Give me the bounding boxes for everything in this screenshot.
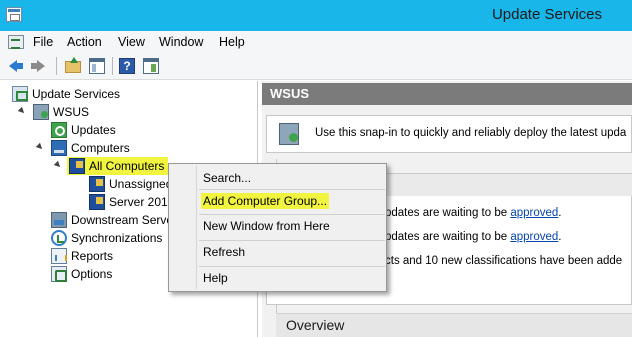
- menu-file[interactable]: File: [33, 35, 53, 49]
- computers-icon: [51, 140, 67, 156]
- intro-panel: Use this snap-in to quickly and reliably…: [266, 115, 632, 153]
- server-icon: [33, 104, 49, 120]
- tree-label: Updates: [71, 123, 116, 137]
- menu-item-search[interactable]: Search...: [203, 171, 251, 185]
- reports-icon: [51, 248, 67, 264]
- menu-gutter: [196, 166, 197, 289]
- results-header: WSUS: [262, 83, 632, 105]
- forward-icon: [31, 60, 45, 72]
- help-button[interactable]: ?: [117, 56, 137, 76]
- menu-window[interactable]: Window: [159, 35, 203, 49]
- menu-view[interactable]: View: [118, 35, 145, 49]
- tree-item-all-computers[interactable]: All Computers: [53, 157, 168, 175]
- back-icon: [9, 60, 23, 72]
- help-icon: ?: [119, 58, 135, 74]
- menu-action[interactable]: Action: [67, 35, 102, 49]
- approved-link[interactable]: approved: [510, 207, 558, 219]
- menu-item-add-computer-group[interactable]: Add Computer Group...: [201, 193, 330, 209]
- menu-item-refresh[interactable]: Refresh: [203, 245, 245, 259]
- show-console-tree-icon: [89, 58, 105, 74]
- up-folder-icon: [65, 57, 81, 73]
- tree-label: Server 2012: [109, 195, 175, 209]
- context-menu: Search... Add Computer Group... New Wind…: [168, 163, 387, 292]
- menu-bar: File Action View Window Help: [0, 31, 632, 53]
- computer-group-icon: [69, 158, 85, 174]
- computer-group-icon: [89, 176, 105, 192]
- up-one-level-button[interactable]: [63, 56, 83, 76]
- sync-icon: [51, 230, 67, 246]
- tree-label: Options: [71, 267, 113, 281]
- window-title: Update Services: [491, 6, 602, 23]
- updates-icon: [51, 122, 67, 138]
- expand-arrow-icon[interactable]: [53, 160, 63, 170]
- overview-section[interactable]: Overview: [276, 313, 632, 337]
- expand-arrow-icon[interactable]: [35, 142, 45, 152]
- menu-item-new-window-from-here[interactable]: New Window from Here: [203, 219, 330, 233]
- forward-button[interactable]: [28, 56, 48, 76]
- options-icon: [51, 266, 67, 282]
- tree-label: Unassigned: [109, 177, 173, 191]
- title-bar: Update Services: [0, 0, 632, 31]
- status-line-2: pdates are waiting to be approved.: [385, 231, 561, 243]
- tree-label: Downstream Serve: [71, 213, 174, 227]
- console-menu-icon[interactable]: [8, 35, 24, 49]
- overview-title: Overview: [286, 317, 345, 333]
- toolbar-separator: [112, 57, 113, 75]
- downstream-servers-icon: [51, 212, 67, 228]
- show-action-pane-button[interactable]: [141, 56, 161, 76]
- status-line-1: pdates are waiting to be approved.: [385, 207, 561, 219]
- intro-text: Use this snap-in to quickly and reliably…: [315, 127, 627, 139]
- status-text: pdates are waiting to be: [385, 207, 511, 219]
- menu-separator: [199, 214, 385, 215]
- back-button[interactable]: [8, 56, 28, 76]
- app-icon[interactable]: [6, 7, 22, 22]
- computer-group-icon: [89, 194, 105, 210]
- wsus-server-icon: [279, 123, 299, 145]
- menu-separator: [199, 240, 385, 241]
- status-line-3: cts and 10 new classifications have been…: [385, 255, 623, 267]
- toolbar: ?: [0, 53, 632, 80]
- show-console-tree-button[interactable]: [87, 56, 107, 76]
- menu-help[interactable]: Help: [219, 35, 245, 49]
- update-services-icon: [12, 86, 28, 102]
- tree-label: Update Services: [32, 87, 121, 101]
- show-action-pane-icon: [143, 58, 159, 74]
- expand-arrow-icon[interactable]: [17, 106, 27, 116]
- menu-separator: [199, 266, 385, 267]
- menu-separator: [199, 189, 385, 190]
- status-text: pdates are waiting to be: [385, 231, 511, 243]
- approved-link[interactable]: approved: [510, 231, 558, 243]
- status-text: .: [558, 207, 562, 219]
- toolbar-separator: [56, 57, 57, 75]
- tree-label: Reports: [71, 249, 114, 263]
- tree-label: Computers: [71, 141, 130, 155]
- tree-label: All Computers: [89, 159, 165, 173]
- collapse-arrow-icon[interactable]: [36, 125, 42, 135]
- status-text: .: [558, 231, 562, 243]
- tree-label: Synchronizations: [71, 231, 163, 245]
- tree-label: WSUS: [53, 105, 89, 119]
- menu-item-help[interactable]: Help: [203, 271, 228, 285]
